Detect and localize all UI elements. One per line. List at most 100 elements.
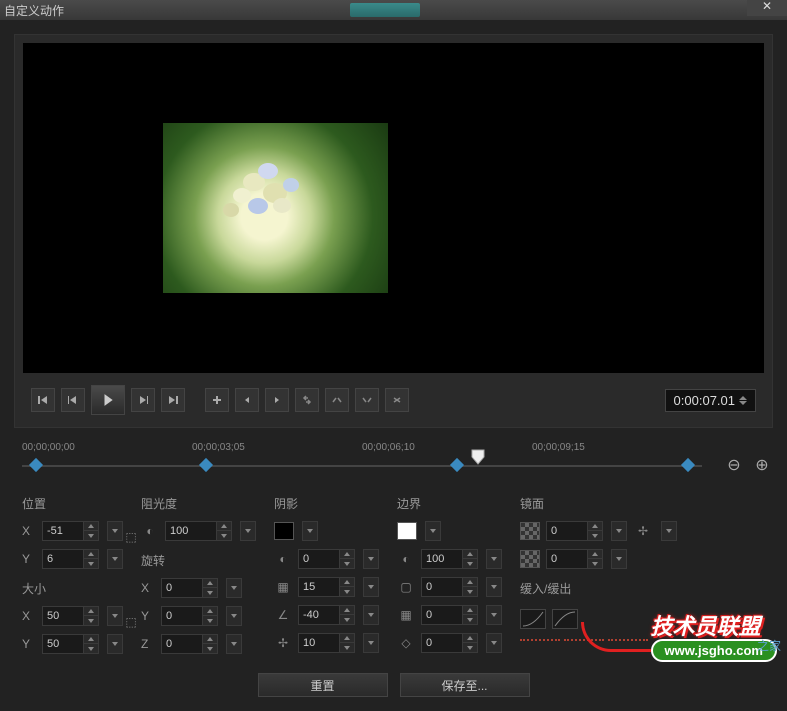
position-y-input[interactable] [42,549,99,569]
spin-down[interactable] [340,615,354,624]
next-keyframe-button[interactable] [265,388,289,412]
spin-down[interactable] [463,643,477,652]
shadow-v3-input[interactable] [298,605,355,625]
add-keyframe-button[interactable] [205,388,229,412]
zoom-out-button[interactable]: ⊖ [723,454,745,476]
spin-up[interactable] [217,522,231,531]
reset-button[interactable]: 重置 [258,673,388,697]
rotation-x-menu[interactable] [226,578,242,598]
spin-down[interactable] [217,531,231,540]
mirror-move-icon[interactable]: ✢ [633,521,653,541]
timecode-down[interactable] [739,401,747,405]
timeline-track[interactable] [22,457,702,475]
spin-down[interactable] [340,587,354,596]
spin-up[interactable] [463,606,477,615]
spin-up[interactable] [84,607,98,616]
zoom-in-button[interactable]: ⊕ [751,454,773,476]
spin-down[interactable] [463,615,477,624]
mirror-keyframe-button[interactable] [325,388,349,412]
rotation-z-menu[interactable] [226,634,242,654]
rotation-x-input[interactable] [161,578,218,598]
shadow-v4-input[interactable] [298,633,355,653]
shadow-v3-menu[interactable] [363,605,379,625]
spin-up[interactable] [203,579,217,588]
border-v2-input[interactable] [421,577,478,597]
spin-down[interactable] [203,644,217,653]
spin-down[interactable] [84,531,98,540]
shadow-v4-menu[interactable] [363,633,379,653]
rotation-y-input[interactable] [161,606,218,626]
shadow-v2-input[interactable] [298,577,355,597]
border-v4-input[interactable] [421,633,478,653]
border-v2-menu[interactable] [486,577,502,597]
spin-up[interactable] [340,606,354,615]
spin-down[interactable] [463,559,477,568]
position-y-menu[interactable] [107,549,123,569]
keyframe-marker[interactable] [450,458,464,472]
shadow-v1-input[interactable] [298,549,355,569]
size-x-menu[interactable] [107,606,123,626]
preview-canvas[interactable] [23,43,764,373]
size-x-input[interactable] [42,606,99,626]
prev-keyframe-button[interactable] [235,388,259,412]
position-x-input[interactable] [42,521,99,541]
opacity-menu[interactable] [240,521,256,541]
spin-up[interactable] [84,550,98,559]
mirror-v2-menu[interactable] [611,549,627,569]
opacity-input[interactable] [165,521,232,541]
goto-end-button[interactable] [161,388,185,412]
spin-up[interactable] [340,550,354,559]
ease-keyframe-button[interactable] [355,388,379,412]
border-color-swatch[interactable] [397,522,417,540]
spin-up[interactable] [203,635,217,644]
save-as-button[interactable]: 保存至... [400,673,530,697]
delete-keyframe-button[interactable] [385,388,409,412]
border-v3-input[interactable] [421,605,478,625]
spin-up[interactable] [588,522,602,531]
prev-frame-button[interactable] [61,388,85,412]
spin-up[interactable] [463,634,477,643]
shadow-color-menu[interactable] [302,521,318,541]
timecode-display[interactable]: 0:00:07.01 [665,389,756,412]
keyframe-marker[interactable] [29,458,43,472]
size-y-input[interactable] [42,634,99,654]
spin-up[interactable] [588,550,602,559]
spin-up[interactable] [203,607,217,616]
size-y-menu[interactable] [107,634,123,654]
spin-down[interactable] [340,643,354,652]
ease-in-button[interactable] [520,609,546,629]
spin-down[interactable] [84,616,98,625]
mirror-move-menu[interactable] [661,521,677,541]
next-frame-button[interactable] [131,388,155,412]
playhead[interactable] [471,449,485,470]
spin-down[interactable] [84,559,98,568]
mirror-v1-menu[interactable] [611,521,627,541]
mirror-v2-input[interactable] [546,549,603,569]
shadow-v2-menu[interactable] [363,577,379,597]
mirror-v1-input[interactable] [546,521,603,541]
spin-up[interactable] [463,550,477,559]
spin-down[interactable] [463,587,477,596]
spin-down[interactable] [340,559,354,568]
spin-down[interactable] [203,588,217,597]
spin-down[interactable] [588,559,602,568]
rotation-y-menu[interactable] [226,606,242,626]
border-v3-menu[interactable] [486,605,502,625]
position-x-menu[interactable] [107,521,123,541]
spin-up[interactable] [84,635,98,644]
spin-up[interactable] [340,578,354,587]
ease-out-button[interactable] [552,609,578,629]
spin-up[interactable] [340,634,354,643]
timecode-up[interactable] [739,396,747,400]
mirror-swatch2[interactable] [520,550,540,568]
border-v1-input[interactable] [421,549,478,569]
spin-down[interactable] [203,616,217,625]
close-button[interactable]: ✕ [747,0,787,16]
border-v4-menu[interactable] [486,633,502,653]
reverse-keyframe-button[interactable] [295,388,319,412]
spin-up[interactable] [463,578,477,587]
timeline[interactable]: 00;00;00;00 00;00;03;05 00;00;06;10 00;0… [14,442,773,475]
goto-start-button[interactable] [31,388,55,412]
keyframe-marker[interactable] [681,458,695,472]
shadow-color-swatch[interactable] [274,522,294,540]
